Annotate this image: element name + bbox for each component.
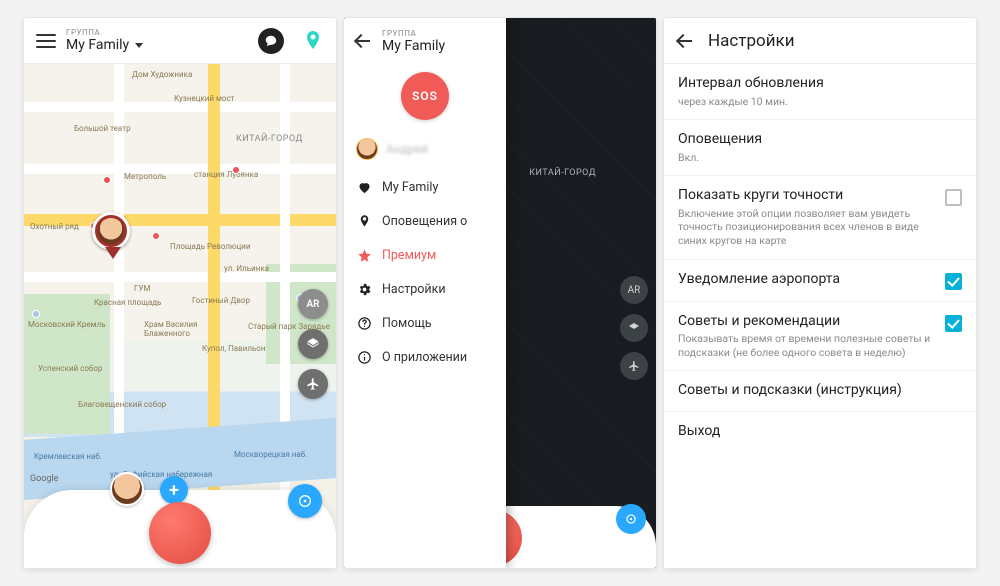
map-label: ул. Ильинка [224, 264, 269, 273]
drawer-user[interactable]: Андрей [344, 134, 506, 170]
settings-header: Настройки [664, 18, 976, 64]
sos-button[interactable]: SOS [401, 72, 449, 120]
setting-subtitle: Вкл. [678, 151, 962, 165]
menu-icon[interactable] [36, 34, 56, 48]
setting-hints[interactable]: Советы и подсказки (инструкция) [664, 371, 976, 412]
group-selector[interactable]: ГРУППА My Family [66, 28, 242, 53]
ar-button[interactable]: AR [620, 276, 648, 304]
user-name: Андрей [386, 142, 428, 156]
back-icon[interactable] [354, 32, 372, 50]
setting-airport[interactable]: Уведомление аэропорта [664, 260, 976, 302]
setting-title: Советы и подсказки (инструкция) [678, 382, 962, 400]
menu-item-settings[interactable]: Настройки [344, 272, 506, 306]
member-avatar[interactable] [110, 472, 144, 506]
back-icon[interactable] [676, 32, 694, 50]
driving-button[interactable] [616, 504, 646, 534]
help-icon [356, 315, 372, 331]
map-label: Купол, Павильон [202, 344, 265, 353]
map-label: Кремлевская наб. [34, 452, 102, 461]
setting-exit[interactable]: Выход [664, 412, 976, 452]
map-label: Метрополь [124, 172, 166, 181]
menu-item-family[interactable]: My Family [344, 170, 506, 204]
map-label: ГУМ [134, 284, 150, 293]
map-header: ГРУППА My Family [24, 18, 336, 64]
setting-accuracy-circles[interactable]: Показать круги точности Включение этой о… [664, 176, 976, 259]
map-label: Храм Василия Блаженного [144, 320, 198, 338]
setting-subtitle: Показывать время от времени полезные сов… [678, 332, 935, 359]
locate-icon[interactable] [300, 28, 326, 54]
screen-map: ГРУППА My Family Дом Художника [24, 18, 336, 568]
menu-item-alerts[interactable]: Оповещения о [344, 204, 506, 238]
star-icon [356, 247, 372, 263]
setting-interval[interactable]: Интервал обновления через каждые 10 мин. [664, 64, 976, 120]
group-name: My Family [66, 37, 129, 53]
group-name: My Family [382, 38, 445, 54]
map-label: Дом Художника [132, 70, 192, 79]
map-label: Красная площадь [94, 298, 161, 307]
layers-button[interactable] [298, 329, 328, 359]
menu-item-premium[interactable]: Премиум [344, 238, 506, 272]
heart-icon [356, 179, 372, 195]
user-marker[interactable] [92, 212, 134, 262]
setting-title: Уведомление аэропорта [678, 271, 935, 289]
info-icon [356, 349, 372, 365]
group-selector[interactable]: ГРУППА My Family [382, 29, 496, 54]
setting-subtitle: Включение этой опции позволяет вам увиде… [678, 207, 935, 248]
map-canvas[interactable]: Дом Художника Кузнецкий мост Большой теа… [24, 64, 336, 568]
avatar [356, 138, 378, 160]
setting-title: Показать круги точности [678, 187, 935, 205]
group-label: ГРУППА [66, 28, 242, 37]
screen-drawer: КИТАЙ-ГОРОД AR ГРУППА My Family SOS [344, 18, 656, 568]
checkbox[interactable] [945, 315, 962, 332]
sos-center-button[interactable] [149, 502, 211, 564]
map-label: Охотный ряд [30, 222, 79, 231]
map-label: Успенский собор [38, 364, 102, 373]
gear-icon [356, 281, 372, 297]
pin-icon [356, 213, 372, 229]
bottom-bar: + [24, 490, 336, 568]
menu-label: Оповещения о [382, 214, 467, 229]
menu-item-help[interactable]: Помощь [344, 306, 506, 340]
setting-title: Выход [678, 423, 962, 441]
flights-button[interactable] [620, 352, 648, 380]
flights-button[interactable] [298, 369, 328, 399]
menu-label: My Family [382, 180, 438, 195]
setting-title: Советы и рекомендации [678, 313, 935, 331]
add-member-button[interactable]: + [160, 476, 188, 504]
page-title: Настройки [708, 31, 795, 51]
map-label: Большой театр [74, 124, 131, 133]
menu-label: Настройки [382, 282, 446, 297]
checkbox[interactable] [945, 189, 962, 206]
setting-tips[interactable]: Советы и рекомендации Показывать время о… [664, 302, 976, 372]
map-label: КИТАЙ-ГОРОД [529, 168, 596, 178]
setting-notifications[interactable]: Оповещения Вкл. [664, 120, 976, 176]
map-label: КИТАЙ-ГОРОД [236, 134, 303, 144]
google-credit: Google [30, 474, 58, 484]
map-label: Гостиный Двор [192, 296, 250, 305]
ar-button[interactable]: AR [298, 289, 328, 319]
chevron-down-icon [135, 43, 143, 48]
map-label: Площадь Революции [170, 242, 250, 251]
setting-subtitle: через каждые 10 мин. [678, 95, 962, 109]
chat-icon[interactable] [258, 28, 284, 54]
menu-label: Помощь [382, 316, 432, 331]
menu-label: О приложении [382, 350, 467, 365]
checkbox[interactable] [945, 273, 962, 290]
setting-title: Интервал обновления [678, 75, 962, 93]
map-label: станция Лубянка [194, 170, 258, 179]
screen-settings: Настройки Интервал обновления через кажд… [664, 18, 976, 568]
driving-button[interactable] [288, 484, 322, 518]
map-label: Благовещенский собор [78, 400, 166, 409]
menu-item-about[interactable]: О приложении [344, 340, 506, 374]
map-label: Москворецкая наб. [234, 450, 307, 459]
side-drawer: ГРУППА My Family SOS Андрей My Family [344, 18, 506, 568]
map-label: Кузнецкий мост [174, 94, 235, 103]
group-label: ГРУППА [382, 29, 496, 38]
map-label: Московский Кремль [28, 320, 106, 329]
setting-title: Оповещения [678, 131, 962, 149]
layers-button[interactable] [620, 314, 648, 342]
menu-label: Премиум [382, 248, 436, 263]
